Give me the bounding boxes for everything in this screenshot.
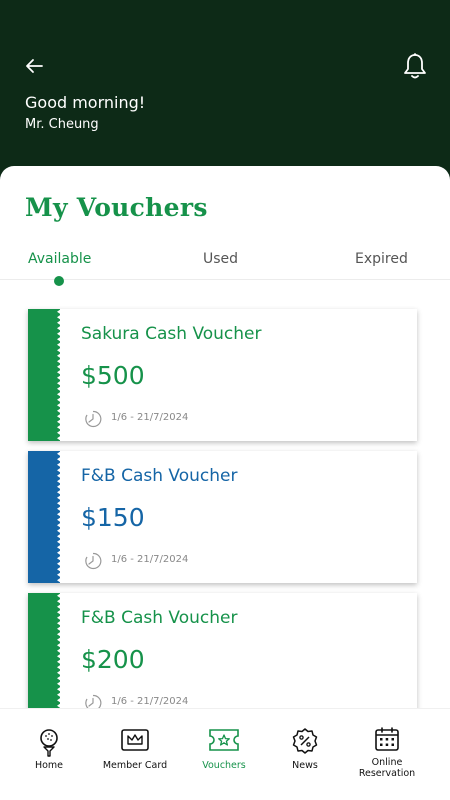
clock-icon <box>85 694 102 708</box>
nav-vouchers[interactable]: Vouchers <box>184 709 264 800</box>
validity-dates: 1/6 - 21/7/2024 <box>111 412 189 423</box>
clock-icon <box>85 410 102 428</box>
perforation-edge <box>57 309 61 441</box>
tab-used[interactable]: Used <box>203 251 238 267</box>
voucher-amount: $200 <box>81 645 145 674</box>
voucher-card[interactable]: F&B Cash Voucher $150 1/6 - 21/7/2024 <box>28 451 417 583</box>
user-name: Mr. Cheung <box>25 117 99 132</box>
voucher-tabs: Available Used Expired <box>0 246 450 280</box>
nav-label-news: News <box>292 760 318 771</box>
nav-member-card[interactable]: Member Card <box>95 709 175 800</box>
star-ticket-icon <box>209 729 239 751</box>
nav-label-home: Home <box>34 760 64 771</box>
nav-label-member-card: Member Card <box>102 760 168 771</box>
voucher-color-strip <box>28 451 61 583</box>
bell-icon <box>404 53 426 79</box>
voucher-name: Sakura Cash Voucher <box>81 324 262 344</box>
app-header: Good morning! Mr. Cheung <box>0 0 450 190</box>
voucher-color-strip <box>28 309 61 441</box>
notifications-button[interactable] <box>402 52 428 80</box>
crown-card-icon <box>121 729 149 751</box>
calendar-icon <box>375 727 399 751</box>
validity-dates: 1/6 - 21/7/2024 <box>111 696 189 707</box>
voucher-card[interactable]: F&B Cash Voucher $200 1/6 - 21/7/2024 <box>28 593 417 708</box>
active-tab-indicator <box>54 276 64 286</box>
nav-news[interactable]: News <box>265 709 345 800</box>
voucher-amount: $500 <box>81 361 145 390</box>
clock-icon <box>85 552 102 570</box>
tab-expired[interactable]: Expired <box>355 251 408 267</box>
validity-dates: 1/6 - 21/7/2024 <box>111 554 189 565</box>
nav-home[interactable]: Home <box>9 709 89 800</box>
tab-available[interactable]: Available <box>28 251 91 267</box>
perforation-edge <box>57 451 61 583</box>
golf-ball-tee-icon <box>40 729 58 757</box>
page-title: My Vouchers <box>25 193 208 222</box>
voucher-list[interactable]: Sakura Cash Voucher $500 1/6 - 21/7/2024… <box>0 306 450 708</box>
percent-badge-icon <box>292 728 318 754</box>
greeting-text: Good morning! <box>25 93 146 112</box>
voucher-color-strip <box>28 593 61 708</box>
back-arrow-icon <box>26 59 43 73</box>
voucher-name: F&B Cash Voucher <box>81 466 238 486</box>
voucher-card[interactable]: Sakura Cash Voucher $500 1/6 - 21/7/2024 <box>28 309 417 441</box>
bottom-nav: Home Member Card Vouchers News Online Re… <box>0 708 450 800</box>
perforation-edge <box>57 593 61 708</box>
back-button[interactable] <box>22 54 46 78</box>
nav-online-reservation[interactable]: Online Reservation <box>347 709 427 800</box>
content-sheet: My Vouchers Available Used Expired Sakur… <box>0 166 450 800</box>
nav-label-online-reservation: Online Reservation <box>358 757 416 779</box>
nav-label-vouchers: Vouchers <box>202 760 246 771</box>
voucher-amount: $150 <box>81 503 145 532</box>
voucher-name: F&B Cash Voucher <box>81 608 238 628</box>
